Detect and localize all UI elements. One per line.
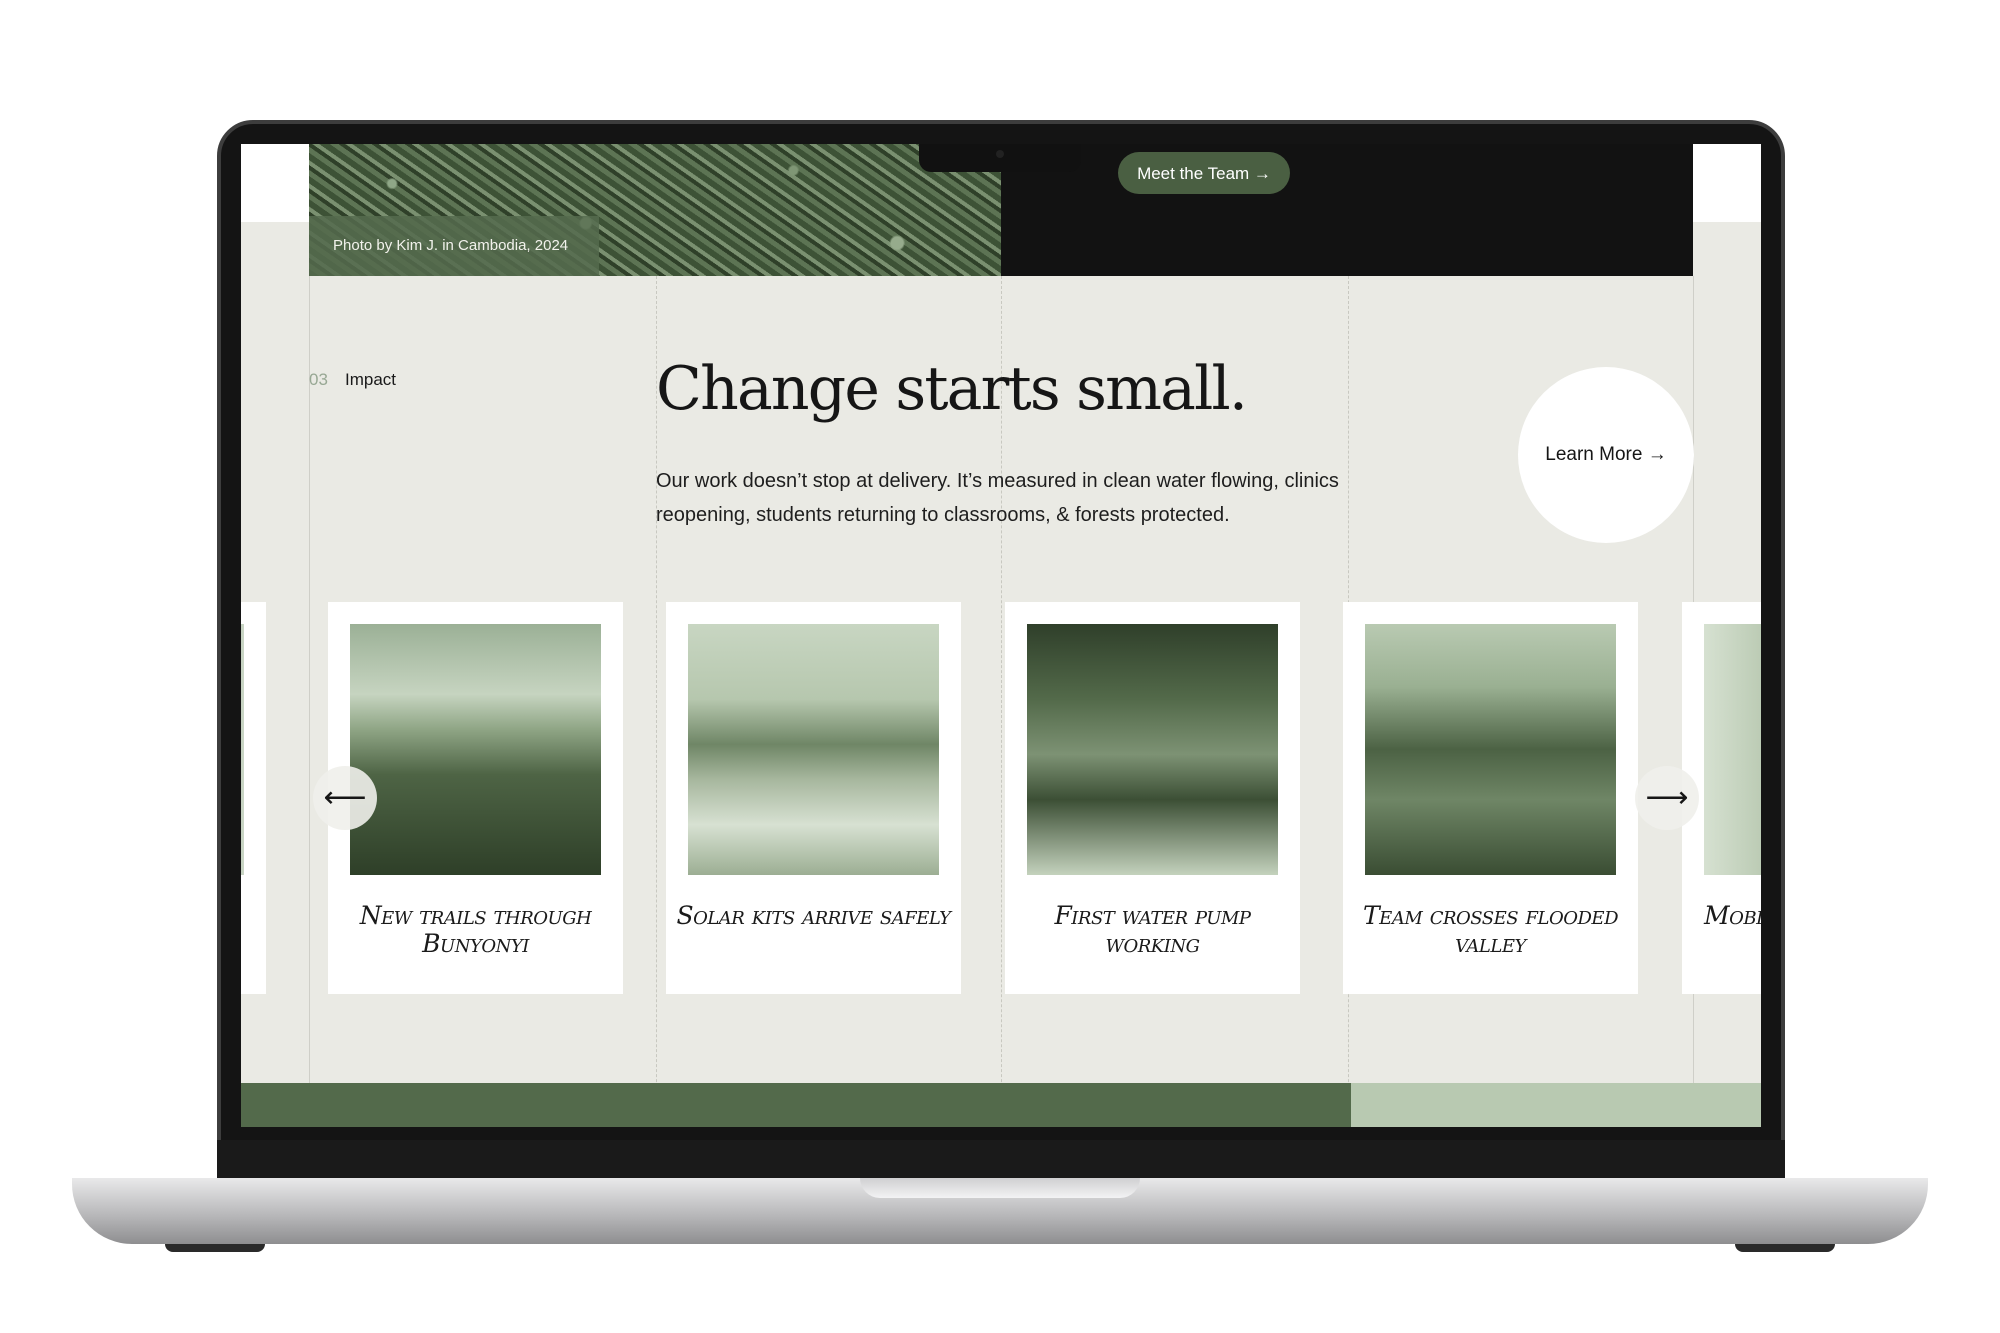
page-title: Change starts small.: [656, 354, 1248, 424]
page-margin-right: [1693, 144, 1761, 222]
card-caption: Team crosses flooded valley: [1363, 901, 1619, 958]
grid-line: [309, 276, 310, 1127]
carousel-prev-arrow-icon[interactable]: ⟵: [313, 766, 377, 830]
card-caption: Mobil: [1704, 901, 1761, 930]
card-photo: [350, 624, 601, 875]
camera-icon: [996, 150, 1004, 158]
section-label: Impact: [345, 370, 397, 389]
laptop-opening-notch: [860, 1178, 1140, 1198]
card-photo: [688, 624, 939, 875]
page-margin-left: [241, 144, 309, 222]
card-photo: [1365, 624, 1616, 875]
camera-notch: [919, 144, 1081, 172]
photo-caption: Photo by Kim J. in Cambodia, 2024: [309, 216, 599, 276]
footer-band: [241, 1083, 1351, 1127]
carousel-card[interactable]: First water pump working: [1005, 602, 1300, 994]
carousel-card[interactable]: Team crosses flooded valley: [1343, 602, 1638, 994]
card-photo: [241, 624, 244, 875]
hero-dark-panel: [1001, 144, 1693, 276]
footer-image-strip: [1351, 1083, 1761, 1127]
meet-the-team-button[interactable]: Meet the Team →: [1118, 152, 1290, 194]
card-caption: New trails through Bunyonyi: [359, 901, 592, 958]
screen: Photo by Kim J. in Cambodia, 2024 Meet t…: [241, 144, 1761, 1127]
learn-more-button[interactable]: Learn More →: [1518, 367, 1694, 543]
card-caption: Solar kits arrive safely: [676, 901, 951, 930]
card-caption: First water pump working: [1054, 901, 1251, 958]
laptop-hinge: [217, 1140, 1785, 1180]
laptop-foot-left: [165, 1244, 265, 1252]
carousel-card[interactable]: [241, 602, 266, 994]
carousel-card[interactable]: Solar kits arrive safely: [666, 602, 961, 994]
section-number: 03: [309, 370, 328, 389]
card-photo: [1704, 624, 1761, 875]
intro-paragraph: Our work doesn’t stop at delivery. It’s …: [656, 470, 1339, 526]
laptop-foot-right: [1735, 1244, 1835, 1252]
carousel-next-arrow-icon[interactable]: ⟶: [1635, 766, 1699, 830]
card-photo: [1027, 624, 1278, 875]
